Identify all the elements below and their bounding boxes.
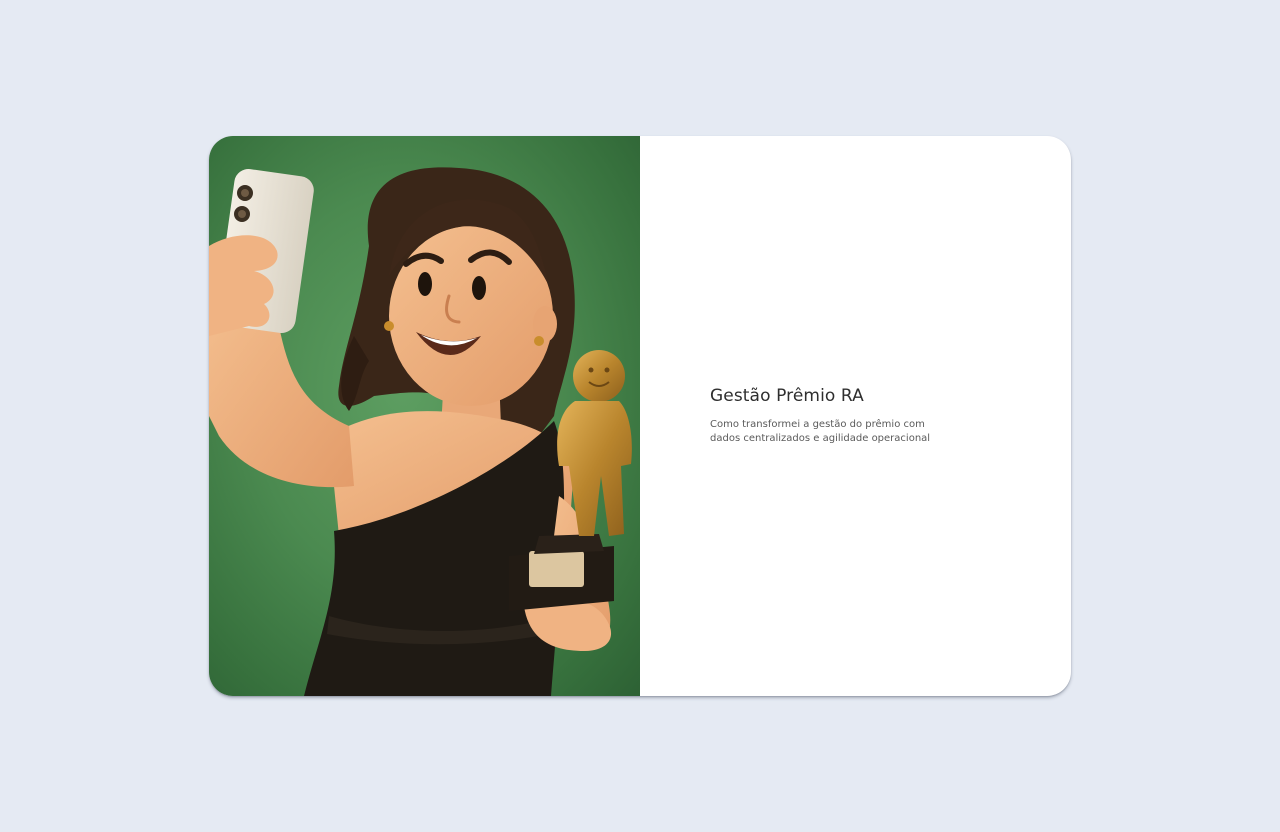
card-subtitle: Como transformei a gestão do prêmio com … bbox=[710, 419, 931, 444]
case-study-card[interactable]: Gestão Prêmio RA Como transformei a gest… bbox=[209, 136, 1071, 696]
card-title: Gestão Prêmio RA bbox=[710, 386, 864, 406]
card-content: Gestão Prêmio RA Como transformei a gest… bbox=[640, 136, 1071, 696]
woman-selfie-illustration bbox=[209, 167, 632, 696]
hero-illustration bbox=[209, 136, 640, 696]
